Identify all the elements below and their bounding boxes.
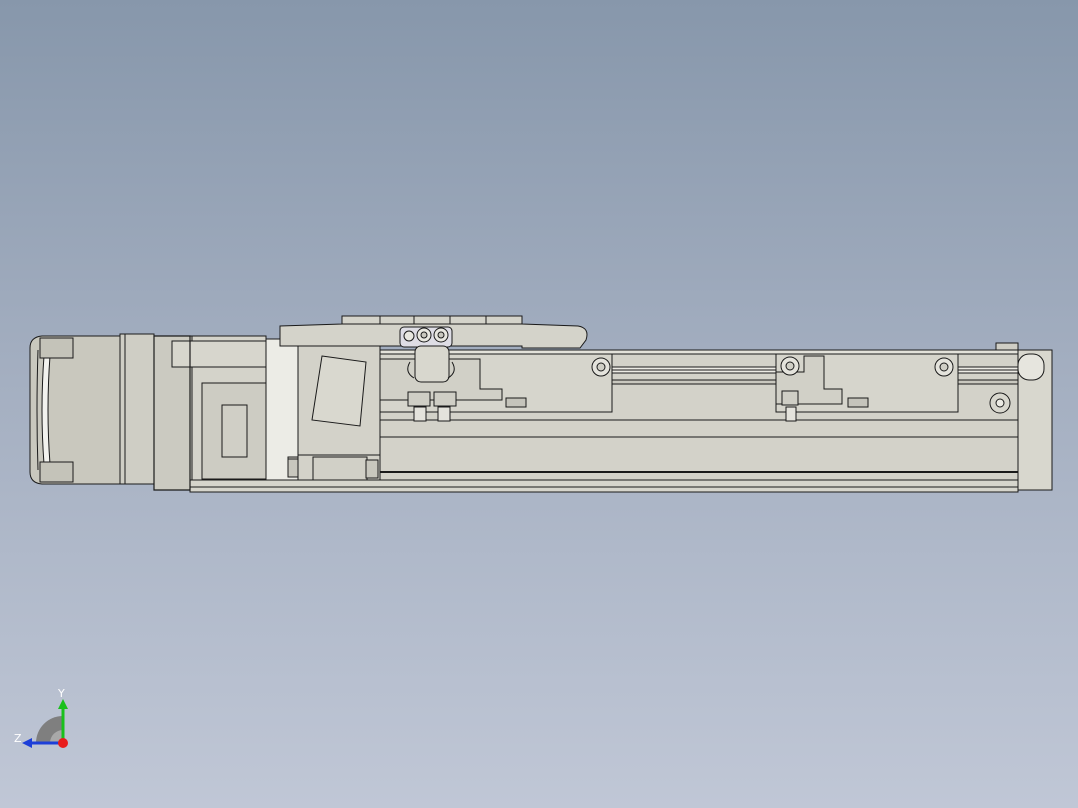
graphics-viewport[interactable]: Y Z bbox=[0, 0, 1078, 808]
motor-cap-upper-tab bbox=[39, 337, 74, 359]
rail-base bbox=[189, 479, 1019, 493]
x-axis-point-icon bbox=[58, 738, 68, 748]
view-orientation-triad: Y Z bbox=[14, 687, 68, 748]
linear-actuator-model[interactable] bbox=[0, 0, 1078, 808]
bracket-angled-plate bbox=[311, 355, 367, 427]
motor-cap-lower-tab bbox=[39, 461, 74, 483]
clamp-screw-1 bbox=[403, 330, 415, 342]
rail-top-edge bbox=[379, 349, 1019, 355]
clamp-arm bbox=[414, 345, 450, 383]
coupling-inner-slot bbox=[221, 404, 248, 458]
z-axis-label: Z bbox=[14, 732, 22, 745]
y-axis-label: Y bbox=[57, 687, 65, 700]
end-block-cap bbox=[995, 342, 1019, 351]
